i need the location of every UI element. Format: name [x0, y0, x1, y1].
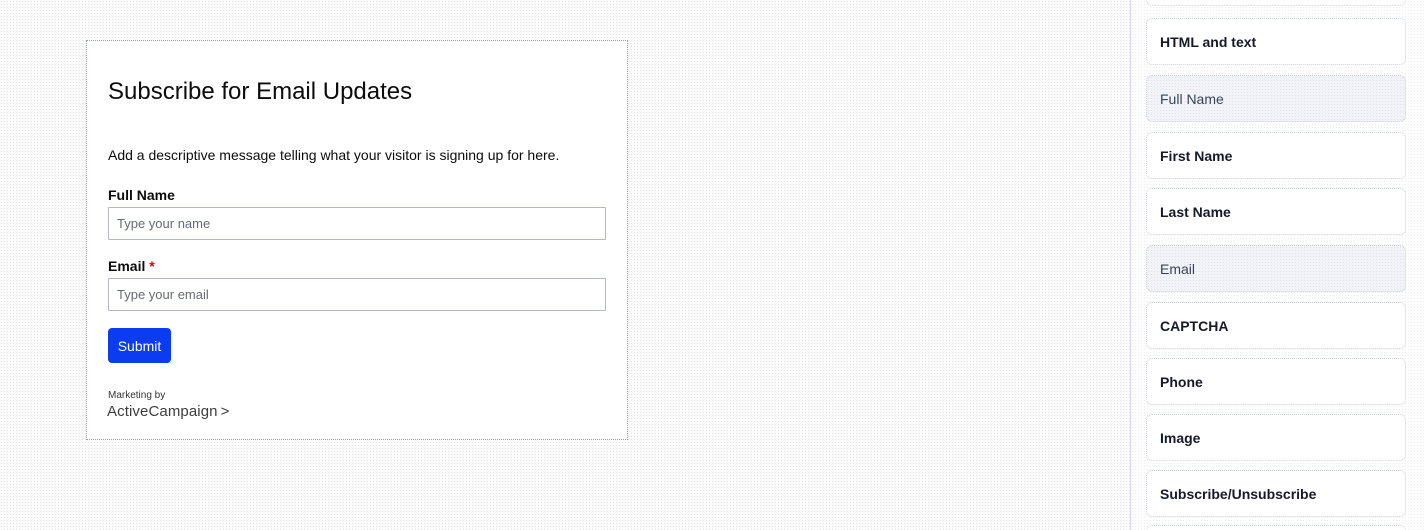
field-palette-sidebar: HTML and text Full Name First Name Last …	[1130, 0, 1424, 530]
email-label: Email *	[108, 258, 155, 274]
palette-item-phone[interactable]: Phone	[1146, 358, 1406, 405]
full-name-label-text: Full Name	[108, 187, 175, 203]
form-preview[interactable]: Subscribe for Email Updates Add a descri…	[86, 40, 628, 440]
palette-item-email[interactable]: Email	[1146, 245, 1406, 292]
palette-item-label: First Name	[1160, 147, 1233, 164]
email-input[interactable]	[108, 278, 606, 311]
palette-item-label: HTML and text	[1160, 33, 1257, 50]
submit-button[interactable]: Submit	[108, 328, 171, 363]
required-mark: *	[149, 258, 155, 274]
form-title: Subscribe for Email Updates	[108, 78, 413, 105]
palette-item-last-name[interactable]: Last Name	[1146, 188, 1406, 235]
palette-item-partial-top	[1146, 0, 1406, 6]
brand-name: ActiveCampaign	[107, 403, 218, 420]
palette-item-html-and-text[interactable]: HTML and text	[1146, 18, 1406, 65]
form-description: Add a descriptive message telling what y…	[108, 147, 560, 163]
chevron-right-icon: >	[220, 403, 230, 420]
palette-item-full-name[interactable]: Full Name	[1146, 75, 1406, 122]
palette-item-partial-bottom	[1146, 525, 1406, 530]
powered-by-text: Marketing by	[108, 390, 166, 401]
palette-item-label: Email	[1160, 260, 1196, 277]
palette-item-label: CAPTCHA	[1160, 317, 1229, 334]
palette-item-label: Image	[1160, 429, 1201, 446]
activecampaign-logo[interactable]: ActiveCampaign >	[107, 403, 230, 420]
palette-item-first-name[interactable]: First Name	[1146, 132, 1406, 179]
full-name-input[interactable]	[108, 207, 606, 240]
palette-item-label: Full Name	[1160, 90, 1224, 107]
palette-item-label: Phone	[1160, 373, 1203, 390]
palette-item-image[interactable]: Image	[1146, 414, 1406, 461]
palette-item-label: Last Name	[1160, 203, 1231, 220]
palette-item-subscribe-unsubscribe[interactable]: Subscribe/Unsubscribe	[1146, 470, 1406, 517]
palette-item-captcha[interactable]: CAPTCHA	[1146, 302, 1406, 349]
palette-item-label: Subscribe/Unsubscribe	[1160, 485, 1317, 502]
email-label-text: Email	[108, 258, 146, 274]
full-name-label: Full Name	[108, 187, 175, 203]
